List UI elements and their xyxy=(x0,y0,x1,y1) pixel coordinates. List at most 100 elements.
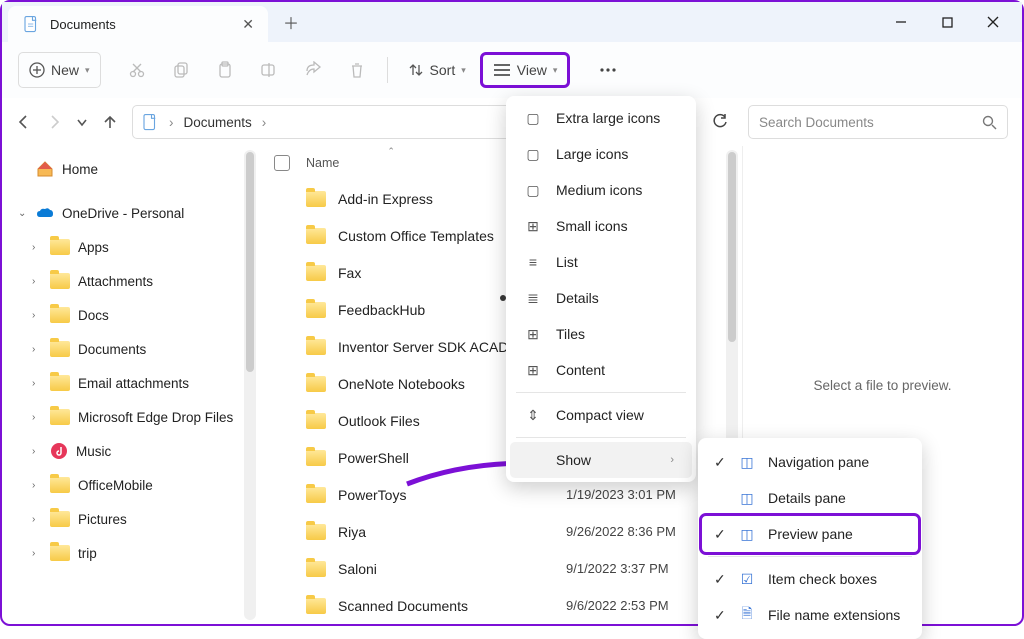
menu-item-show[interactable]: Show› xyxy=(510,442,692,478)
sidebar-item[interactable]: ›Attachments xyxy=(8,264,254,298)
sort-asc-icon: ⌃ xyxy=(387,146,395,157)
share-icon xyxy=(304,61,322,79)
chevron-right-icon[interactable]: › xyxy=(32,412,42,423)
menu-label: Large icons xyxy=(556,146,628,162)
sidebar-item[interactable]: › Apps xyxy=(8,230,254,264)
chevron-right-icon[interactable]: › xyxy=(32,514,42,525)
menu-item[interactable]: ✓☑Item check boxes xyxy=(702,561,918,597)
menu-item[interactable]: ▢Large icons xyxy=(510,136,692,172)
file-name: Add-in Express xyxy=(338,191,433,207)
rename-button[interactable] xyxy=(249,52,289,88)
up-button[interactable] xyxy=(102,114,118,130)
new-button[interactable]: New ▾ xyxy=(18,52,101,88)
scrollbar-thumb[interactable] xyxy=(728,152,736,342)
chevron-right-icon[interactable]: › xyxy=(32,242,42,253)
cut-button[interactable] xyxy=(117,52,157,88)
file-row[interactable]: Riya9/26/2022 8:36 PM xyxy=(260,513,742,550)
sidebar-item[interactable]: ›OfficeMobile xyxy=(8,468,254,502)
sidebar-item[interactable]: ›Documents xyxy=(8,332,254,366)
menu-item[interactable]: ≣Details xyxy=(510,280,692,316)
sidebar-item[interactable]: ›Microsoft Edge Drop Files xyxy=(8,400,254,434)
maximize-button[interactable] xyxy=(924,2,970,42)
menu-item[interactable]: ▢Medium icons xyxy=(510,172,692,208)
file-row[interactable]: Scanned Documents 9/6/2022 2:53 PM xyxy=(260,587,742,624)
chevron-right-icon[interactable]: › xyxy=(32,310,42,321)
select-all-checkbox[interactable] xyxy=(274,155,290,171)
new-label: New xyxy=(51,62,79,78)
menu-item[interactable]: ⊞Tiles xyxy=(510,316,692,352)
navigation-pane: Home ⌄ OneDrive - Personal › Apps ›Attachm… xyxy=(2,146,260,624)
nav-scrollbar[interactable] xyxy=(244,150,256,620)
chevron-right-icon[interactable]: › xyxy=(32,344,42,355)
nav-onedrive[interactable]: ⌄ OneDrive - Personal xyxy=(8,196,254,230)
check-icon: ✓ xyxy=(714,454,728,471)
sidebar-item[interactable]: ›Email attachments xyxy=(8,366,254,400)
menu-item[interactable]: ▢Extra large icons xyxy=(510,100,692,136)
sidebar-item[interactable]: ›Music xyxy=(8,434,254,468)
chevron-right-icon[interactable]: › xyxy=(32,548,42,559)
folder-icon xyxy=(50,409,70,425)
forward-button[interactable] xyxy=(46,114,62,130)
folder-icon xyxy=(306,561,326,577)
folder-icon xyxy=(306,228,326,244)
menu-item[interactable]: ✓◫Navigation pane xyxy=(702,444,918,480)
document-icon xyxy=(141,113,159,131)
sidebar-item[interactable]: › Docs xyxy=(8,298,254,332)
chevron-right-icon[interactable]: › xyxy=(32,378,42,389)
menu-item[interactable]: ✓🗎File name extensions xyxy=(702,597,918,633)
breadcrumb-sep: › xyxy=(262,115,267,130)
menu-item[interactable]: ⊞Content xyxy=(510,352,692,388)
command-bar: New ▾ Sort ▾ View ▾ xyxy=(2,42,1022,98)
chevron-right-icon[interactable]: › xyxy=(32,480,42,491)
nav-label: Docs xyxy=(78,308,109,323)
minimize-button[interactable] xyxy=(878,2,924,42)
pane-icon: ◫ xyxy=(738,526,756,543)
copy-button[interactable] xyxy=(161,52,201,88)
search-input[interactable]: Search Documents xyxy=(748,105,1008,139)
view-button[interactable]: View ▾ xyxy=(480,52,571,88)
show-submenu: ✓◫Navigation pane◫Details pane✓◫Preview … xyxy=(698,438,922,639)
nav-home[interactable]: Home xyxy=(8,152,254,186)
menu-item[interactable]: ⊞Small icons xyxy=(510,208,692,244)
view-type-icon: ≡ xyxy=(524,254,542,270)
tab-close-icon[interactable]: ✕ xyxy=(242,16,254,33)
refresh-button[interactable] xyxy=(700,105,740,139)
back-button[interactable] xyxy=(16,114,32,130)
pane-icon: ◫ xyxy=(738,490,756,507)
file-name: Scanned Documents xyxy=(338,598,468,614)
title-bar: Documents ✕ ＋ xyxy=(2,2,1022,42)
file-row[interactable]: Saloni9/1/2022 3:37 PM xyxy=(260,550,742,587)
chevron-right-icon[interactable]: › xyxy=(32,446,42,457)
close-button[interactable] xyxy=(970,2,1016,42)
menu-item-compact[interactable]: ⇕Compact view xyxy=(510,397,692,433)
scrollbar-thumb[interactable] xyxy=(246,152,254,372)
menu-item[interactable]: ◫Details pane xyxy=(702,480,918,516)
breadcrumb[interactable]: Documents xyxy=(184,115,252,130)
menu-item[interactable]: ✓◫Preview pane xyxy=(702,516,918,552)
file-date: 1/19/2023 3:01 PM xyxy=(566,487,676,502)
file-date: 9/6/2022 2:53 PM xyxy=(566,598,669,613)
nav-label: Apps xyxy=(78,240,109,255)
folder-icon xyxy=(50,307,70,323)
sort-button[interactable]: Sort ▾ xyxy=(398,52,476,88)
share-button[interactable] xyxy=(293,52,333,88)
sidebar-item[interactable]: ›trip xyxy=(8,536,254,570)
folder-icon xyxy=(50,511,70,527)
tab-documents[interactable]: Documents ✕ xyxy=(8,6,268,42)
separator xyxy=(387,57,388,83)
delete-button[interactable] xyxy=(337,52,377,88)
menu-label: Medium icons xyxy=(556,182,642,198)
view-type-icon: ≣ xyxy=(524,290,542,307)
compact-icon: ⇕ xyxy=(524,407,542,424)
recent-button[interactable] xyxy=(76,116,88,128)
copy-icon xyxy=(172,61,190,79)
chevron-right-icon[interactable]: › xyxy=(32,276,42,287)
paste-button[interactable] xyxy=(205,52,245,88)
chevron-down-icon[interactable]: ⌄ xyxy=(18,208,28,219)
rename-icon xyxy=(260,61,278,79)
chevron-down-icon: ▾ xyxy=(85,65,90,76)
sidebar-item[interactable]: ›Pictures xyxy=(8,502,254,536)
more-button[interactable] xyxy=(588,52,628,88)
new-tab-button[interactable]: ＋ xyxy=(276,7,306,37)
menu-item[interactable]: ≡List xyxy=(510,244,692,280)
